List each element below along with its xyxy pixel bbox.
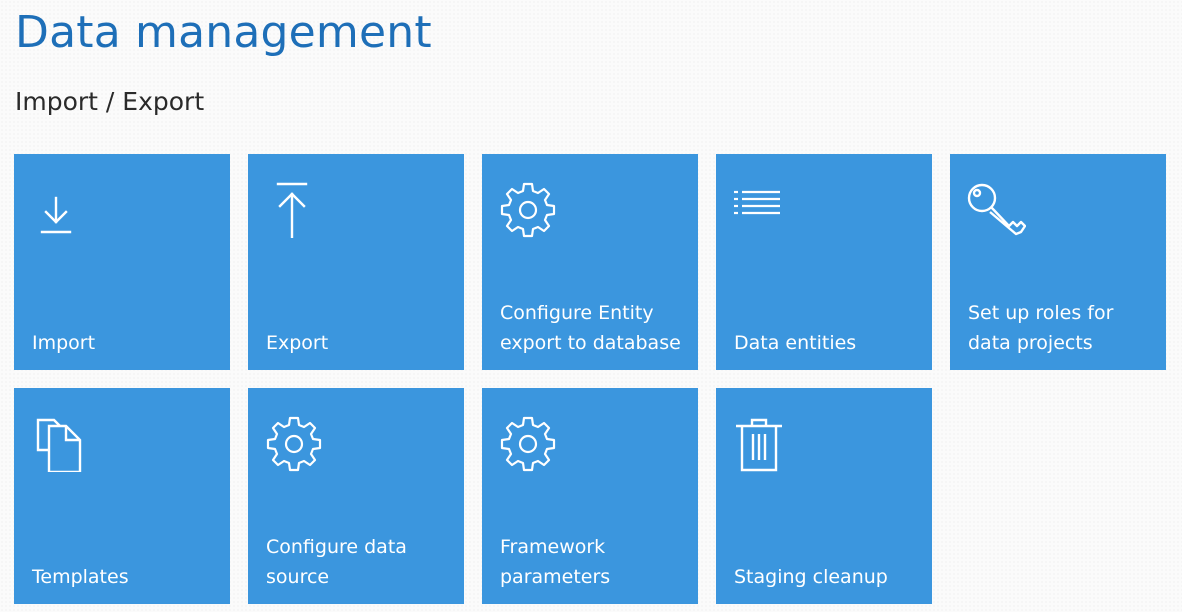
export-tile[interactable]: Export <box>248 154 464 370</box>
tile-label: Set up roles for data projects <box>968 302 1114 354</box>
upload-icon <box>264 178 324 238</box>
list-icon <box>732 178 792 238</box>
tile-grid: Import Export Configure Entity export to… <box>14 154 1166 604</box>
download-icon <box>30 178 90 238</box>
tile-label: Data entities <box>734 332 857 354</box>
import-tile[interactable]: Import <box>14 154 230 370</box>
templates-tile[interactable]: Templates <box>14 388 230 604</box>
tile-label: Templates <box>32 566 129 588</box>
tile-label: Export <box>266 332 329 354</box>
tile-label: Configure Entity export to database <box>500 302 681 354</box>
gear-icon <box>498 412 558 472</box>
page-title: Data management <box>15 7 432 58</box>
gear-icon <box>498 178 558 238</box>
staging-cleanup-tile[interactable]: Staging cleanup <box>716 388 932 604</box>
section-title: Import / Export <box>15 87 205 116</box>
configure-data-source-tile[interactable]: Configure data source <box>248 388 464 604</box>
tile-label: Staging cleanup <box>734 566 888 588</box>
tile-label: Import <box>32 332 96 354</box>
gear-icon <box>264 412 324 472</box>
copy-icon <box>30 412 90 472</box>
trash-icon <box>732 412 792 472</box>
tile-label: Configure data source <box>266 536 407 588</box>
configure-entity-export-tile[interactable]: Configure Entity export to database <box>482 154 698 370</box>
tile-label: Framework parameters <box>500 536 611 588</box>
key-icon <box>966 178 1026 238</box>
data-entities-tile[interactable]: Data entities <box>716 154 932 370</box>
framework-parameters-tile[interactable]: Framework parameters <box>482 388 698 604</box>
set-up-roles-tile[interactable]: Set up roles for data projects <box>950 154 1166 370</box>
